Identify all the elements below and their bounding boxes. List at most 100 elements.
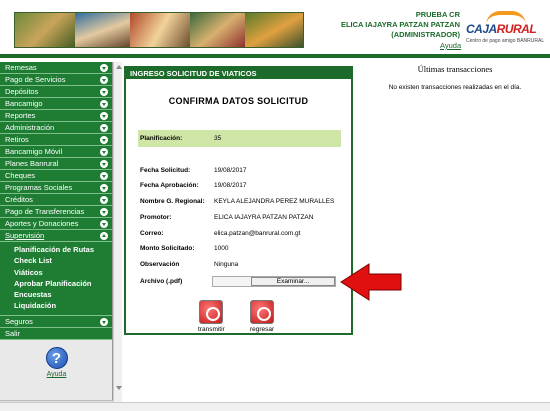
field-value: 19/08/2017 [214, 167, 247, 174]
red-arrow-annotation [340, 263, 402, 301]
browse-button[interactable]: Examinar... [251, 277, 335, 286]
sidebar-item-supervision[interactable]: Supervisión [0, 230, 112, 242]
app-header: PRUEBA CR ELICA IAJAYRA PATZAN PATZAN (A… [0, 0, 550, 58]
last-transactions-message: No existen transacciones realizadas en e… [388, 84, 522, 91]
field-label: Monto Solicitado: [140, 245, 195, 252]
chevron-down-icon [100, 64, 108, 72]
user-info: PRUEBA CR ELICA IAJAYRA PATZAN PATZAN (A… [320, 10, 460, 40]
submenu-item-aprobar-planificacion[interactable]: Aprobar Planificación [14, 278, 112, 289]
cajarural-logo: CAJARURAL [466, 22, 537, 36]
back-button[interactable]: regresar [250, 300, 274, 333]
field-label: Fecha Aprobación: [140, 182, 199, 189]
sidebar-item-pago-servicios[interactable]: Pago de Servicios [0, 74, 112, 86]
chevron-down-icon [100, 88, 108, 96]
sidebar-item-label: Planes Banrural [5, 159, 59, 168]
submenu-item-planificacion-rutas[interactable]: Planificación de Rutas [14, 244, 112, 255]
chevron-down-icon [100, 220, 108, 228]
sidebar-item-administracion[interactable]: Administración [0, 122, 112, 134]
file-label: Archivo (.pdf) [140, 278, 183, 285]
sidebar-item-label: Retiros [5, 135, 29, 144]
sidebar-item-cheques[interactable]: Cheques [0, 170, 112, 182]
sidebar-item-label: Aportes y Donaciones [5, 219, 79, 228]
field-label: Fecha Solicitud: [140, 167, 191, 174]
header-banner-image [14, 12, 304, 48]
sidebar-item-label: Bancamigo Móvil [5, 147, 63, 156]
field-value: 19/08/2017 [214, 182, 247, 189]
sidebar-item-label: Depósitos [5, 87, 39, 96]
sidebar-item-planes-banrural[interactable]: Planes Banrural [0, 158, 112, 170]
user-role: (ADMINISTRADOR) [391, 30, 460, 39]
field-value: Ninguna [214, 261, 239, 268]
field-value: elica.patzan@banrural.com.gt [214, 230, 301, 237]
sidebar-item-label: Remesas [5, 63, 37, 72]
sidebar-item-label: Reportes [5, 111, 36, 120]
branch-name: PRUEBA CR [415, 10, 460, 19]
sidebar-item-creditos[interactable]: Créditos [0, 194, 112, 206]
scroll-up-icon[interactable] [116, 65, 122, 69]
user-name: ELICA IAJAYRA PATZAN PATZAN [340, 20, 460, 29]
sidebar-item-reportes[interactable]: Reportes [0, 110, 112, 122]
sidebar-item-label: Pago de Servicios [5, 75, 66, 84]
sidebar-item-depositos[interactable]: Depósitos [0, 86, 112, 98]
logo-subtitle: Centro de pago amigo BANRURAL [466, 38, 545, 44]
sidebar-item-seguros[interactable]: Seguros [0, 315, 112, 328]
transmit-icon[interactable] [199, 300, 224, 324]
file-input[interactable]: Examinar... [212, 276, 336, 287]
sidebar-item-label: Pago de Transferencias [5, 207, 85, 216]
sidebar-item-label: Bancamigo [5, 99, 43, 108]
submenu-item-liquidacion[interactable]: Liquidación [14, 300, 112, 311]
chevron-down-icon [100, 184, 108, 192]
sidebar-item-label: Administración [5, 123, 55, 132]
submenu-item-viaticos[interactable]: Viáticos [14, 267, 112, 278]
sidebar-menu: Remesas Pago de Servicios Depósitos Banc… [0, 62, 113, 411]
transmit-button[interactable]: transmitir [198, 300, 225, 333]
transmit-label[interactable]: transmitir [198, 326, 225, 333]
sidebar-help[interactable]: ? Ayuda [0, 347, 113, 378]
chevron-down-icon [100, 172, 108, 180]
submenu-item-check-list[interactable]: Check List [14, 255, 112, 266]
viaticos-request-panel: INGRESO SOLICITUD DE VIATICOS CONFIRMA D… [124, 66, 353, 335]
field-value: KEYLA ALEJANDRA PEREZ MURALLES [214, 198, 335, 205]
sidebar-item-salir[interactable]: Salir [0, 327, 112, 340]
page-bottom-scrollbar[interactable] [0, 402, 550, 411]
chevron-down-icon [100, 208, 108, 216]
planificacion-label: Planificación: [140, 135, 183, 142]
sidebar-item-bancamigo-movil[interactable]: Bancamigo Móvil [0, 146, 112, 158]
field-label: Nombre G. Regional: [140, 198, 205, 205]
chevron-down-icon [100, 76, 108, 84]
help-icon[interactable]: ? [45, 347, 68, 369]
help-link[interactable]: Ayuda [440, 41, 461, 50]
field-value: 1000 [214, 245, 229, 252]
sidebar-item-label: Salir [5, 328, 21, 338]
planificacion-row: Planificación: 35 [138, 130, 341, 147]
sidebar-item-pago-transferencias[interactable]: Pago de Transferencias [0, 206, 112, 218]
chevron-down-icon [100, 100, 108, 108]
field-label: Observación [140, 261, 180, 268]
planificacion-value: 35 [214, 135, 222, 142]
chevron-down-icon [100, 196, 108, 204]
supervision-submenu: Planificación de Rutas Check List Viátic… [0, 242, 112, 316]
sidebar-item-label: Seguros [5, 316, 33, 326]
submenu-item-encuestas[interactable]: Encuestas [14, 289, 112, 300]
sidebar-item-remesas[interactable]: Remesas [0, 62, 112, 74]
back-icon[interactable] [250, 300, 275, 324]
chevron-down-icon [100, 148, 108, 156]
scroll-down-icon[interactable] [116, 386, 122, 390]
sidebar-help-label[interactable]: Ayuda [0, 371, 113, 378]
field-value: ELICA IAJAYRA PATZAN PATZAN [214, 214, 314, 221]
sidebar-item-label: Créditos [5, 195, 33, 204]
sidebar-item-label: Supervisión [5, 231, 45, 240]
sidebar-item-programas-sociales[interactable]: Programas Sociales [0, 182, 112, 194]
back-label[interactable]: regresar [250, 326, 274, 333]
chevron-down-icon [100, 136, 108, 144]
panel-title: INGRESO SOLICITUD DE VIATICOS [126, 68, 351, 79]
last-transactions-title: Últimas transacciones [417, 64, 493, 74]
confirm-heading: CONFIRMA DATOS SOLICITUD [168, 96, 309, 106]
sidebar-item-label: Cheques [5, 171, 36, 180]
field-label: Promotor: [140, 214, 172, 221]
sidebar-item-bancamigo[interactable]: Bancamigo [0, 98, 112, 110]
chevron-down-icon [100, 112, 108, 120]
frame-vertical-scrollbar[interactable] [113, 62, 122, 402]
sidebar-item-retiros[interactable]: Retiros [0, 134, 112, 146]
sidebar-item-aportes-donaciones[interactable]: Aportes y Donaciones [0, 218, 112, 230]
